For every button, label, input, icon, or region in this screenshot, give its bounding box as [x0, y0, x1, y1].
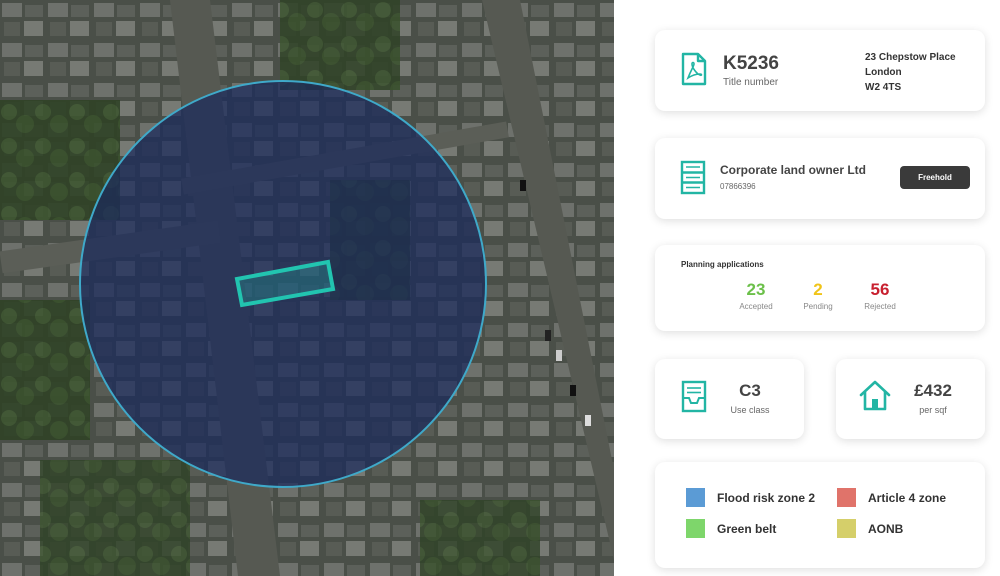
address-line-3: W2 4TS [865, 82, 902, 93]
title-number-label: Title number [723, 77, 779, 88]
stat-rejected-label: Rejected [864, 302, 896, 311]
stat-accepted-value: 23 [746, 280, 766, 299]
green-belt-swatch [686, 519, 705, 538]
legend-green-belt[interactable]: Green belt [686, 519, 776, 538]
planning-heading: Planning applications [681, 260, 764, 269]
legend-article-4[interactable]: Article 4 zone [837, 488, 946, 507]
house-icon [859, 380, 891, 411]
article-4-swatch [837, 488, 856, 507]
price-value: £432 [914, 381, 952, 400]
server-stack-icon [680, 160, 706, 195]
aonb-swatch [837, 519, 856, 538]
title-card[interactable]: K5236 Title number 23 Chepstow Place Lon… [655, 30, 985, 111]
owner-name: Corporate land owner Ltd [720, 163, 867, 177]
use-class-card[interactable]: C3 Use class [655, 359, 804, 439]
address-line-2: London [865, 67, 902, 78]
legend-aonb[interactable]: AONB [837, 519, 903, 538]
flood-risk-swatch [686, 488, 705, 507]
property-address: 23 Chepstow Place London W2 4TS [865, 50, 956, 95]
company-number: 07866396 [720, 182, 756, 191]
stat-pending-label: Pending [803, 302, 833, 311]
stat-pending-value: 2 [813, 280, 823, 299]
aerial-map[interactable] [0, 0, 614, 576]
use-class-label: Use class [730, 405, 770, 415]
price-per-sqf-card[interactable]: £432 per sqf [836, 359, 985, 439]
price-unit-label: per sqf [919, 405, 947, 415]
stat-pending[interactable]: 2 Pending [788, 280, 848, 311]
green-belt-label: Green belt [717, 521, 777, 536]
article-4-label: Article 4 zone [868, 490, 947, 505]
flood-risk-label: Flood risk zone 2 [717, 490, 816, 505]
owner-card[interactable]: Corporate land owner Ltd 07866396 Freeho… [655, 138, 985, 219]
inbox-tray-icon [681, 380, 707, 413]
aonb-label: AONB [868, 521, 904, 536]
freehold-button[interactable]: Freehold [900, 166, 970, 189]
constraints-legend-card: Flood risk zone 2 Article 4 zone Green b… [655, 462, 985, 568]
legend-flood-risk[interactable]: Flood risk zone 2 [686, 488, 815, 507]
stat-rejected-value: 56 [870, 280, 890, 299]
stat-rejected[interactable]: 56 Rejected [850, 280, 910, 311]
pdf-document-icon [681, 52, 707, 86]
address-line-1: 23 Chepstow Place [865, 52, 956, 63]
planning-applications-card[interactable]: Planning applications 23 Accepted 2 Pend… [655, 245, 985, 331]
use-class-value: C3 [739, 381, 761, 400]
stat-accepted-label: Accepted [739, 302, 773, 311]
aerial-map-canvas [0, 0, 614, 576]
title-number: K5236 [723, 53, 779, 74]
stat-accepted[interactable]: 23 Accepted [726, 280, 786, 311]
